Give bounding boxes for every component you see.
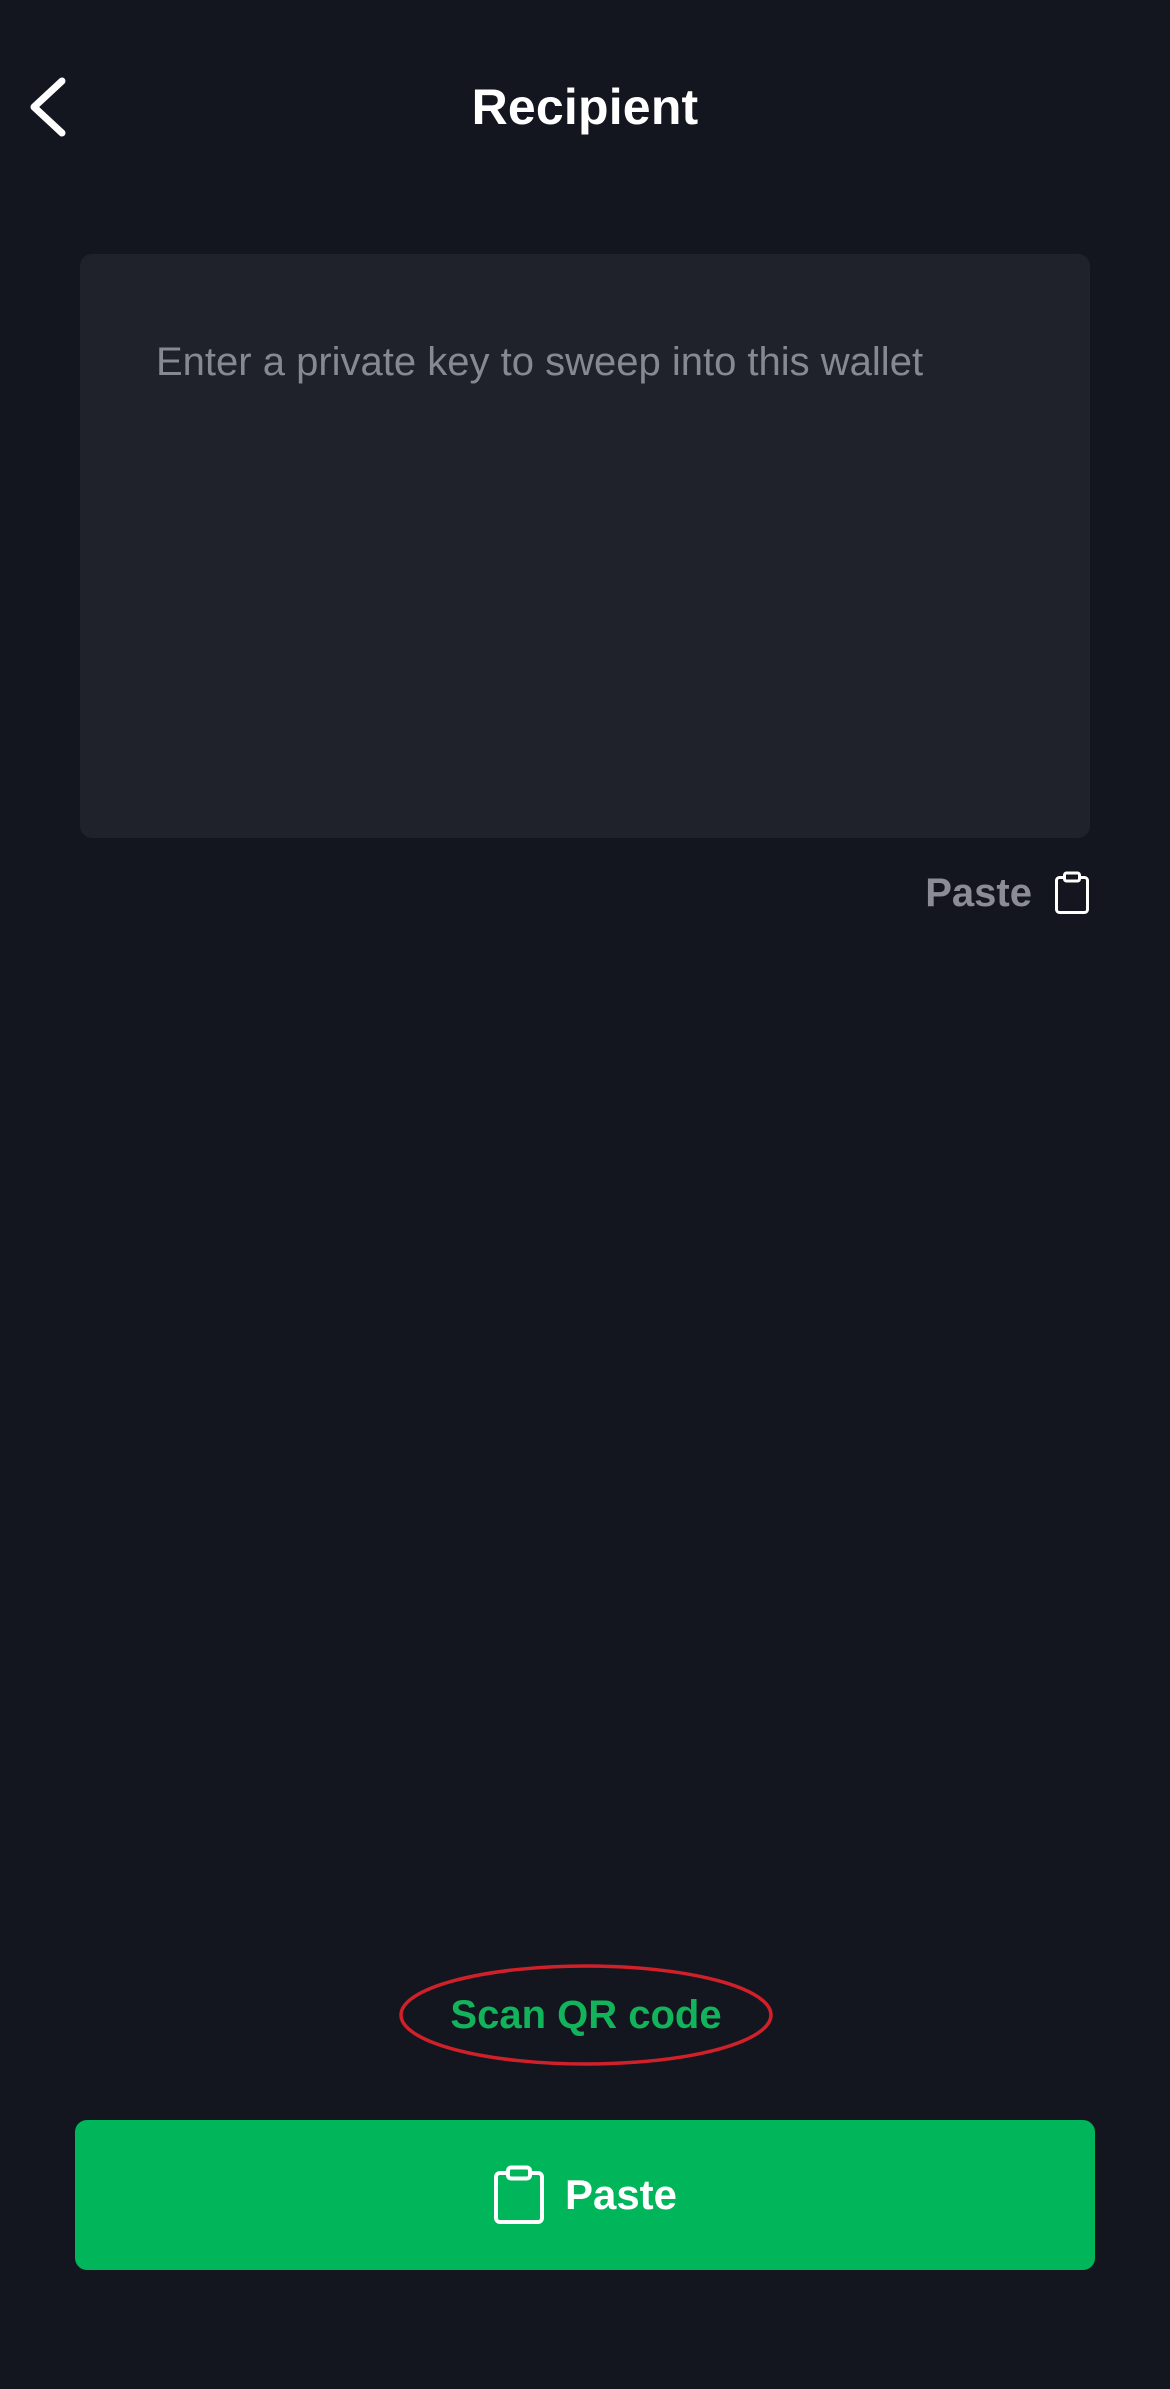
paste-button[interactable]: Paste (75, 2120, 1095, 2270)
paste-button-label: Paste (564, 2171, 678, 2218)
page-title: Recipient (471, 79, 699, 135)
clipboard-icon (493, 2165, 544, 2224)
scan-qr-code-label: Scan QR code (450, 1992, 722, 2037)
scan-qr-code-button[interactable]: Scan QR code (398, 1963, 774, 2067)
header: Recipient (0, 0, 1170, 214)
paste-link-button[interactable]: Paste (880, 862, 1090, 924)
private-key-input[interactable] (80, 254, 1090, 838)
clipboard-icon (1055, 871, 1089, 914)
paste-link-label: Paste (925, 870, 1032, 915)
